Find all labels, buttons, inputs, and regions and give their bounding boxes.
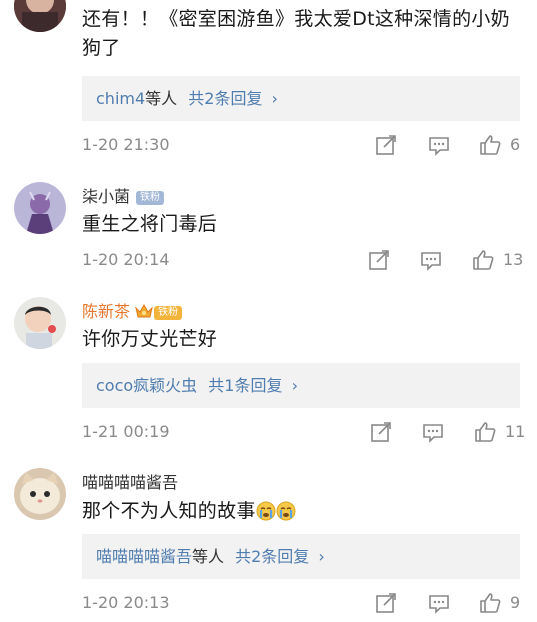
comment-meta: 1-20 20:14 13 (82, 248, 524, 272)
comment-icon[interactable] (428, 134, 450, 156)
reply-preview[interactable]: 喵喵喵喵酱吾等人 共2条回复 › (82, 534, 520, 579)
comment-text: 那个不为人知的故事 (82, 497, 521, 530)
comment-text: 许你万丈光芒好 (82, 328, 218, 350)
comment-text: 重生之将门毒后 (82, 213, 218, 235)
comment-meta: 1-20 21:30 6 (82, 133, 522, 157)
like-count: 9 (510, 593, 521, 612)
comment-time: 1-20 20:14 (82, 250, 170, 269)
comment-text: 还有！！《密室困游鱼》我太爱Dt这种深情的小奶狗了 (82, 8, 510, 59)
comment-time: 1-20 21:30 (82, 135, 170, 154)
username-text[interactable]: 喵喵喵喵酱吾 (82, 473, 178, 492)
thumbs-up-icon[interactable] (472, 249, 494, 271)
share-icon[interactable] (370, 421, 392, 443)
reply-usernames[interactable]: 喵喵喵喵酱吾 (96, 547, 192, 566)
username[interactable]: 喵喵喵喵酱吾 (82, 469, 178, 493)
reply-suffix: 等人 (145, 89, 178, 108)
share-icon[interactable] (368, 249, 390, 271)
like-count: 6 (510, 135, 521, 154)
comment-item: 柒小菌 铁粉 重生之将门毒后 1-20 20:14 13 (0, 165, 537, 283)
comment-icon[interactable] (422, 421, 444, 443)
comment-icon[interactable] (428, 592, 450, 614)
thumbs-up-icon[interactable] (474, 421, 496, 443)
comment-icon[interactable] (420, 249, 442, 271)
reply-usernames[interactable]: coco疯颖火虫 (96, 376, 197, 395)
thumbs-up-icon[interactable] (479, 592, 501, 614)
comment-item: 喵喵喵喵酱吾 那个不为人知的故事 喵喵喵喵酱吾等人 共2条回复 › 1-20 2… (0, 453, 537, 622)
crying-emoji-icon (256, 501, 276, 530)
share-icon[interactable] (375, 134, 397, 156)
avatar[interactable] (14, 182, 66, 234)
chevron-right-icon: › (318, 547, 325, 566)
share-icon[interactable] (375, 592, 397, 614)
reply-count-link[interactable]: 共2条回复 (188, 89, 262, 108)
comment-text-body: 那个不为人知的故事 (82, 500, 256, 522)
username-text[interactable]: 柒小菌 (82, 187, 130, 206)
avatar[interactable] (14, 0, 66, 32)
like-count: 13 (503, 250, 524, 269)
avatar[interactable] (14, 468, 66, 520)
reply-usernames[interactable]: chim4 (96, 89, 145, 108)
chevron-right-icon: › (291, 376, 298, 395)
thumbs-up-icon[interactable] (479, 134, 501, 156)
reply-count-link[interactable]: 共1条回复 (208, 376, 282, 395)
comment-time: 1-21 00:19 (82, 422, 170, 441)
comment-meta: 1-21 00:19 11 (82, 420, 526, 444)
comment-item: 还有！！《密室困游鱼》我太爱Dt这种深情的小奶狗了 chim4等人 共2条回复 … (0, 0, 537, 165)
comment-item: 陈新茶 铁粉 许你万丈光芒好 coco疯颖火虫 共1条回复 › 1-21 00:1… (0, 283, 537, 453)
comment-time: 1-20 20:13 (82, 593, 170, 612)
username[interactable]: 柒小菌 铁粉 (82, 183, 165, 207)
reply-preview[interactable]: chim4等人 共2条回复 › (82, 76, 520, 121)
avatar[interactable] (14, 297, 66, 349)
username[interactable]: 陈新茶 铁粉 (82, 298, 183, 323)
like-count: 11 (505, 422, 526, 441)
reply-count-link[interactable]: 共2条回复 (235, 547, 309, 566)
reply-preview[interactable]: coco疯颖火虫 共1条回复 › (82, 363, 520, 408)
fan-badge: 铁粉 (136, 190, 165, 205)
username-text[interactable]: 陈新茶 (82, 302, 130, 321)
crying-emoji-icon (276, 501, 296, 530)
crown-icon (135, 303, 153, 323)
fan-badge: 铁粉 (154, 305, 183, 320)
comment-meta: 1-20 20:13 9 (82, 591, 522, 615)
reply-suffix: 等人 (192, 547, 225, 566)
chevron-right-icon: › (271, 89, 278, 108)
